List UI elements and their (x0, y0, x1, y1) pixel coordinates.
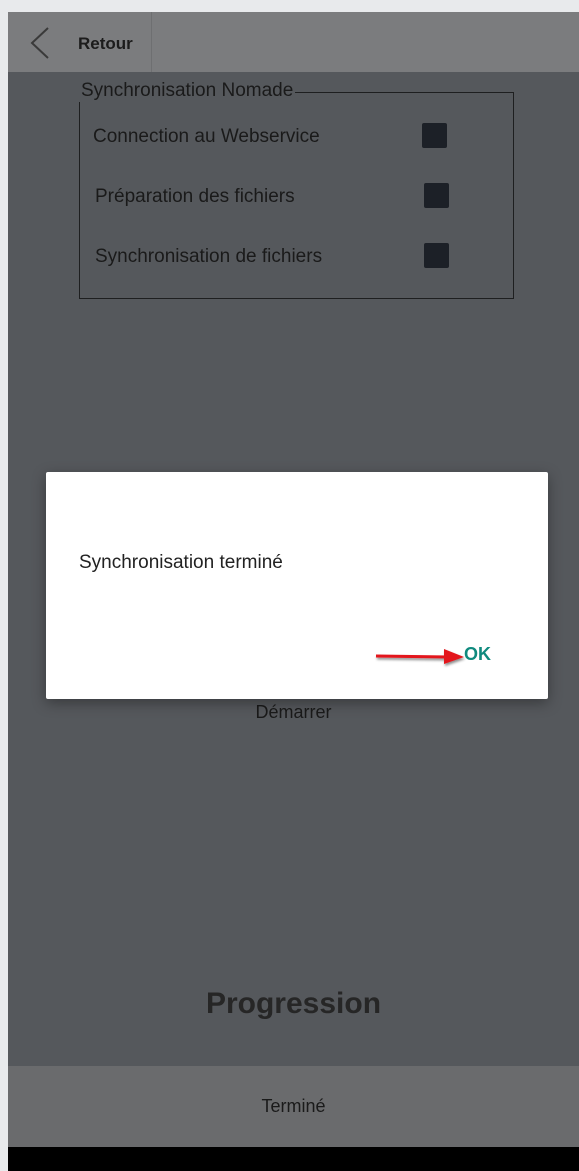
checkbox-webservice[interactable] (422, 123, 447, 148)
checkbox-preparation[interactable] (424, 183, 449, 208)
progress-title: Progression (205, 987, 382, 1020)
row-label-synchronisation: Synchronisation de fichiers (95, 246, 323, 267)
red-arrow-annotation-icon (375, 649, 464, 664)
dialog-message: Synchronisation terminé (79, 552, 283, 573)
system-nav-bar (8, 1147, 579, 1171)
sync-group-title: Synchronisation Nomade (79, 80, 296, 102)
back-label: Retour (78, 34, 133, 53)
app-screen: Retour Synchronisation Nomade Connection… (8, 12, 579, 1171)
start-button[interactable]: Démarrer (8, 702, 579, 723)
row-label-preparation: Préparation des fichiers (95, 186, 295, 207)
row-label-webservice: Connection au Webservice (93, 126, 320, 147)
ok-button[interactable]: OK (464, 644, 491, 665)
done-button[interactable]: Terminé (8, 1066, 579, 1147)
top-bar: Retour (8, 12, 579, 72)
alert-dialog: Synchronisation terminé OK (46, 472, 548, 699)
done-button-label: Terminé (261, 1096, 326, 1116)
checkbox-synchronisation[interactable] (424, 243, 449, 268)
chevron-left-icon (30, 27, 49, 59)
back-button[interactable]: Retour (8, 12, 152, 72)
